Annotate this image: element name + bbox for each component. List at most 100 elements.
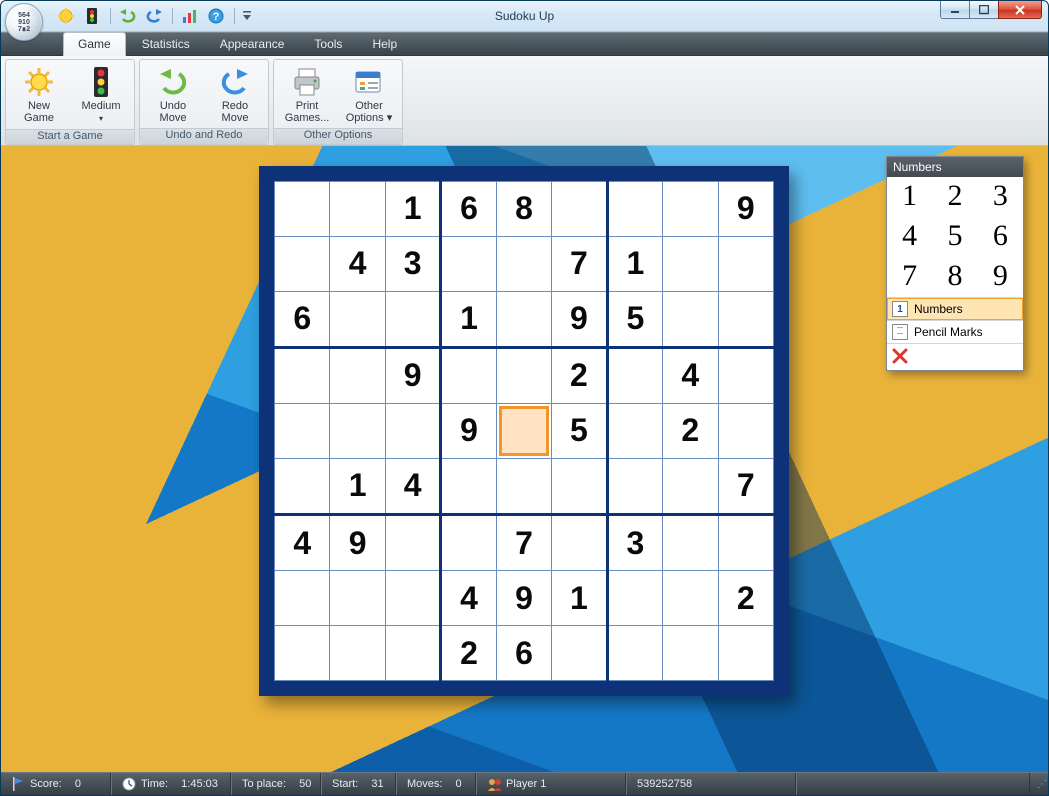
qat-customize[interactable] [241,5,253,27]
cell-4-4[interactable] [496,404,551,459]
maximize-button[interactable] [969,1,999,19]
cell-2-7[interactable] [663,291,718,347]
cell-0-0[interactable] [275,182,330,237]
digit-4[interactable]: 4 [887,217,932,257]
cell-6-4[interactable]: 7 [496,515,551,571]
cell-1-7[interactable] [663,236,718,291]
cell-6-2[interactable] [385,515,440,571]
cell-0-2[interactable]: 1 [385,182,440,237]
qat-statistics[interactable] [179,5,201,27]
digit-7[interactable]: 7 [887,257,932,297]
cell-1-4[interactable] [496,236,551,291]
qat-redo[interactable] [143,5,165,27]
minimize-button[interactable] [940,1,970,19]
cell-5-6[interactable] [607,458,662,514]
cell-4-2[interactable] [385,404,440,459]
cell-2-2[interactable] [385,291,440,347]
cell-3-1[interactable] [330,347,385,403]
cell-8-5[interactable] [552,626,607,681]
cell-1-2[interactable]: 3 [385,236,440,291]
cell-2-0[interactable]: 6 [275,291,330,347]
cell-8-7[interactable] [663,626,718,681]
cell-3-3[interactable] [441,347,496,403]
cell-7-1[interactable] [330,571,385,626]
cell-0-5[interactable] [552,182,607,237]
cell-6-5[interactable] [552,515,607,571]
cell-3-5[interactable]: 2 [552,347,607,403]
digit-6[interactable]: 6 [978,217,1023,257]
cell-3-4[interactable] [496,347,551,403]
cell-7-0[interactable] [275,571,330,626]
cell-2-1[interactable] [330,291,385,347]
cell-1-0[interactable] [275,236,330,291]
cell-7-8[interactable]: 2 [718,571,774,626]
qat-undo[interactable] [117,5,139,27]
cell-4-3[interactable]: 9 [441,404,496,459]
cell-6-7[interactable] [663,515,718,571]
mode-numbers[interactable]: 1 Numbers [887,297,1023,320]
qat-help[interactable]: ? [205,5,227,27]
cell-8-6[interactable] [607,626,662,681]
tab-statistics[interactable]: Statistics [128,33,204,55]
cell-2-8[interactable] [718,291,774,347]
cell-8-1[interactable] [330,626,385,681]
cell-8-4[interactable]: 6 [496,626,551,681]
tab-game[interactable]: Game [63,32,126,56]
cell-1-8[interactable] [718,236,774,291]
cell-7-6[interactable] [607,571,662,626]
cell-1-5[interactable]: 7 [552,236,607,291]
cell-6-0[interactable]: 4 [275,515,330,571]
cell-8-2[interactable] [385,626,440,681]
cell-7-5[interactable]: 1 [552,571,607,626]
digit-9[interactable]: 9 [978,257,1023,297]
cell-1-3[interactable] [441,236,496,291]
cell-7-2[interactable] [385,571,440,626]
qat-difficulty[interactable] [81,5,103,27]
sudoku-grid[interactable]: 1689437161959249521474973491226 [274,181,774,681]
mode-pencil-marks[interactable]: ∙∙∙∙∙∙ Pencil Marks [887,320,1023,343]
cell-5-1[interactable]: 1 [330,458,385,514]
cell-1-6[interactable]: 1 [607,236,662,291]
cell-2-4[interactable] [496,291,551,347]
tab-tools[interactable]: Tools [300,33,356,55]
cell-5-4[interactable] [496,458,551,514]
cell-5-8[interactable]: 7 [718,458,774,514]
cell-2-6[interactable]: 5 [607,291,662,347]
close-button[interactable] [998,1,1042,19]
cell-3-7[interactable]: 4 [663,347,718,403]
cell-4-6[interactable] [607,404,662,459]
cell-3-0[interactable] [275,347,330,403]
cell-5-0[interactable] [275,458,330,514]
cell-3-2[interactable]: 9 [385,347,440,403]
tab-help[interactable]: Help [358,33,411,55]
digit-3[interactable]: 3 [978,177,1023,217]
cell-7-4[interactable]: 9 [496,571,551,626]
erase-button[interactable] [887,343,1023,370]
cell-1-1[interactable]: 4 [330,236,385,291]
cell-4-8[interactable] [718,404,774,459]
cell-8-3[interactable]: 2 [441,626,496,681]
redo-button[interactable]: RedoMove [204,62,266,126]
new-game-button[interactable]: NewGame [8,62,70,127]
cell-0-4[interactable]: 8 [496,182,551,237]
digit-1[interactable]: 1 [887,177,932,217]
cell-7-3[interactable]: 4 [441,571,496,626]
cell-6-1[interactable]: 9 [330,515,385,571]
cell-0-3[interactable]: 6 [441,182,496,237]
cell-6-6[interactable]: 3 [607,515,662,571]
cell-6-3[interactable] [441,515,496,571]
cell-0-6[interactable] [607,182,662,237]
cell-5-7[interactable] [663,458,718,514]
cell-4-5[interactable]: 5 [552,404,607,459]
undo-button[interactable]: UndoMove [142,62,204,126]
cell-2-3[interactable]: 1 [441,291,496,347]
app-menu-orb[interactable]: 5649107∎2 [5,3,43,41]
cell-8-0[interactable] [275,626,330,681]
cell-5-3[interactable] [441,458,496,514]
cell-4-0[interactable] [275,404,330,459]
print-button[interactable]: PrintGames... [276,62,338,126]
cell-0-1[interactable] [330,182,385,237]
resize-grip[interactable]: ⋰ [1030,777,1048,792]
cell-7-7[interactable] [663,571,718,626]
cell-4-7[interactable]: 2 [663,404,718,459]
